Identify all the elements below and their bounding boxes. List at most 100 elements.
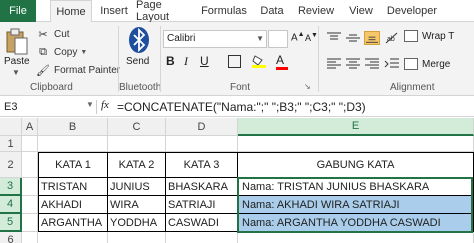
formula-bar: E3 ▼ fx =CONCATENATE("Nama:";" ";B3;" ";…	[0, 97, 474, 117]
table-cell[interactable]: SATRIAJI	[166, 196, 238, 214]
paste-dropdown-icon[interactable]: ▼	[12, 68, 20, 77]
copy-dropdown-icon[interactable]: ▼	[80, 49, 87, 56]
grow-font-button[interactable]: A▲	[291, 31, 305, 43]
alignment-group-label: Alignment	[390, 82, 435, 93]
paste-icon[interactable]	[5, 28, 29, 56]
row-header-selected[interactable]: 4	[0, 196, 22, 214]
table-cell[interactable]: JUNIUS	[108, 178, 166, 196]
row-header[interactable]: 6	[0, 232, 22, 243]
format-painter-label: Format Painter	[54, 64, 121, 76]
column-header[interactable]: C	[108, 118, 166, 136]
insert-function-icon[interactable]: fx	[101, 99, 109, 111]
table-header-cell[interactable]: KATA 2	[108, 152, 166, 178]
table-header-cell[interactable]: KATA 1	[38, 152, 108, 178]
row-header[interactable]: 2	[0, 152, 22, 178]
align-left-icon[interactable]	[326, 57, 342, 71]
borders-icon[interactable]	[228, 55, 241, 68]
column-header[interactable]: A	[22, 118, 38, 136]
cell-e6[interactable]	[238, 232, 474, 243]
tab-formulas[interactable]: Formulas	[198, 0, 250, 22]
format-painter-button[interactable]: 🖌 Format Painter	[36, 62, 120, 78]
table-header-cell[interactable]: KATA 3	[166, 152, 238, 178]
table-cell[interactable]: WIRA	[108, 196, 166, 214]
fill-color-icon[interactable]	[252, 54, 266, 68]
group-divider	[318, 26, 319, 92]
wrap-text-button[interactable]: Wrap T	[404, 30, 454, 42]
cell-a6[interactable]	[22, 232, 38, 243]
cell-a1[interactable]	[22, 136, 38, 152]
cell-b1[interactable]	[38, 136, 108, 152]
cell-d1[interactable]	[166, 136, 238, 152]
copy-icon: ⧉	[39, 45, 47, 58]
tab-insert[interactable]: Insert	[94, 0, 134, 22]
name-box[interactable]: E3	[2, 99, 82, 115]
row-header[interactable]: 1	[0, 136, 22, 152]
tab-view[interactable]: View	[342, 0, 380, 22]
bluetooth-group-label: Bluetooth	[119, 82, 162, 93]
merge-center-button[interactable]: Merge	[404, 58, 450, 70]
bold-button[interactable]: B	[166, 54, 175, 68]
underline-button[interactable]: U	[200, 54, 209, 68]
copy-button[interactable]: ⧉ Copy ▼	[36, 44, 87, 60]
cell-a2[interactable]	[22, 152, 38, 178]
dialog-launcher-icon[interactable]: ↘	[304, 82, 311, 91]
table-cell-result[interactable]: Nama: ARGANTHA YODDHA CASWADI	[238, 214, 474, 232]
chevron-down-icon[interactable]: ▼	[256, 31, 264, 47]
formula-bar-divider	[96, 100, 97, 114]
table-cell[interactable]: CASWADI	[166, 214, 238, 232]
align-middle-icon[interactable]	[345, 31, 361, 45]
ribbon-home: Paste ▼ ✂ Cut ⧉ Copy ▼ 🖌 Format Painter …	[0, 22, 474, 96]
table-cell[interactable]: TRISTAN	[38, 178, 108, 196]
font-color-icon[interactable]: A	[276, 53, 288, 70]
table-header-cell[interactable]: GABUNG KATA	[238, 152, 474, 178]
shrink-font-button[interactable]: A▼	[305, 32, 318, 43]
table-cell[interactable]: YODDHA	[108, 214, 166, 232]
align-right-icon[interactable]	[364, 57, 380, 71]
row-header-selected[interactable]: 3	[0, 178, 22, 196]
table-cell[interactable]: ARGANTHA	[38, 214, 108, 232]
font-size-select[interactable]	[268, 30, 288, 48]
font-color-swatch	[276, 67, 288, 70]
row-header-selected[interactable]: 5	[0, 214, 22, 232]
bluetooth-icon[interactable]	[128, 26, 150, 54]
cell-e1[interactable]	[238, 136, 474, 152]
align-bottom-icon[interactable]	[364, 31, 380, 45]
tab-review[interactable]: Review	[292, 0, 340, 22]
cell-d6[interactable]	[166, 232, 238, 243]
bluetooth-send-label[interactable]: Send	[126, 56, 149, 67]
column-header-selected[interactable]: E	[238, 118, 474, 136]
column-header[interactable]: B	[38, 118, 108, 136]
wrap-text-label: Wrap T	[422, 30, 455, 42]
cell-a4[interactable]	[22, 196, 38, 214]
font-name-value: Calibri	[167, 33, 196, 44]
column-header[interactable]: D	[166, 118, 238, 136]
cut-button[interactable]: ✂ Cut	[36, 26, 69, 42]
formula-input[interactable]: =CONCATENATE("Nama:";" ";B3;" ";C3;" ";D…	[117, 99, 366, 115]
table-cell[interactable]: AKHADI	[38, 196, 108, 214]
cell-c6[interactable]	[108, 232, 166, 243]
font-name-select[interactable]: Calibri ▼	[163, 30, 267, 48]
table-cell[interactable]: BHASKARA	[166, 178, 238, 196]
table-cell-result[interactable]: Nama: TRISTAN JUNIUS BHASKARA	[238, 178, 474, 196]
chevron-down-icon[interactable]: ▼	[86, 100, 94, 109]
tab-data[interactable]: Data	[254, 0, 290, 22]
select-all-corner[interactable]	[0, 118, 22, 136]
italic-button[interactable]: I	[184, 54, 188, 69]
tab-home[interactable]: Home	[50, 0, 92, 23]
align-top-icon[interactable]	[326, 31, 342, 45]
cell-a5[interactable]	[22, 214, 38, 232]
indent-icon[interactable]	[384, 57, 400, 71]
orientation-icon[interactable]: ab	[384, 31, 400, 45]
tab-file[interactable]: File	[0, 0, 36, 22]
cell-a3[interactable]	[22, 178, 38, 196]
tab-developer[interactable]: Developer	[382, 0, 442, 22]
paste-button-label[interactable]: Paste	[4, 56, 30, 67]
align-center-icon[interactable]	[345, 57, 361, 71]
table-cell-result[interactable]: Nama: AKHADI WIRA SATRIAJI	[238, 196, 474, 214]
svg-text:ab: ab	[387, 36, 395, 43]
cell-b6[interactable]	[38, 232, 108, 243]
tab-page-layout[interactable]: Page Layout	[136, 0, 196, 23]
cell-c1[interactable]	[108, 136, 166, 152]
wrap-text-icon	[404, 30, 418, 42]
font-color-glyph: A	[276, 53, 285, 67]
